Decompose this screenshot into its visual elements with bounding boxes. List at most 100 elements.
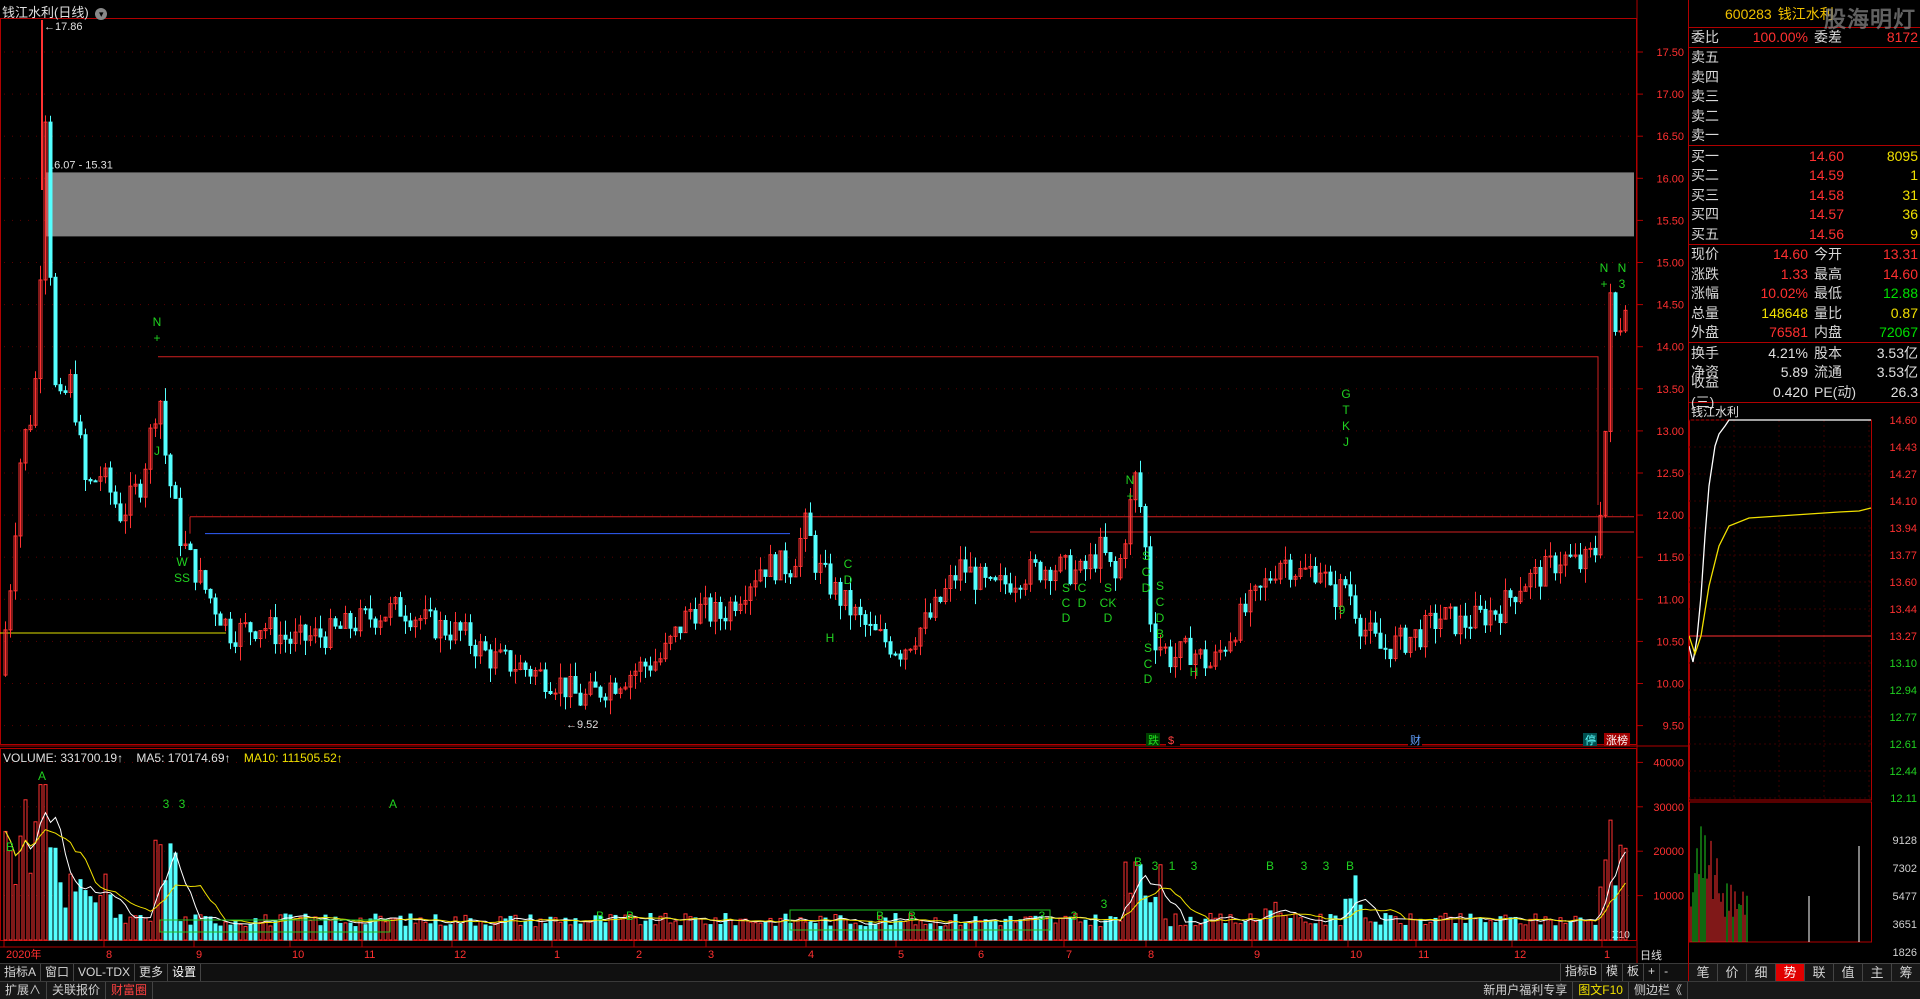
grid-dot bbox=[436, 683, 437, 684]
grid-dot bbox=[1252, 556, 1253, 558]
kline-chart[interactable]: 17.5017.0016.5016.0015.5015.0014.5014.00… bbox=[0, 0, 1688, 963]
grid-dot bbox=[884, 388, 885, 390]
grid-dot bbox=[1540, 93, 1541, 95]
grid-dot bbox=[556, 430, 557, 432]
grid-dot bbox=[260, 598, 261, 600]
grid-dot bbox=[100, 514, 101, 516]
candle-body bbox=[163, 400, 168, 456]
grid-dot bbox=[948, 761, 949, 763]
grid-dot bbox=[1444, 430, 1445, 432]
grid-dot bbox=[692, 135, 693, 137]
grid-dot bbox=[1084, 262, 1085, 263]
grid-dot bbox=[1460, 135, 1461, 137]
grid-dot bbox=[1140, 51, 1141, 53]
grid-dot bbox=[948, 850, 949, 852]
grid-dot bbox=[1372, 514, 1373, 516]
grid-dot bbox=[76, 683, 77, 684]
grid-dot bbox=[316, 135, 317, 137]
grid-dot bbox=[876, 430, 877, 432]
grid-dot bbox=[156, 304, 157, 306]
grid-dot bbox=[1628, 850, 1629, 852]
grid-dot bbox=[988, 51, 989, 53]
candle-body bbox=[593, 681, 598, 688]
grid-dot bbox=[1116, 850, 1117, 852]
grid-dot bbox=[740, 262, 741, 263]
grid-dot bbox=[1108, 850, 1109, 852]
grid-dot bbox=[204, 388, 205, 390]
grid-dot bbox=[340, 556, 341, 558]
grid-dot bbox=[556, 683, 557, 684]
grid-dot bbox=[1540, 556, 1541, 558]
grid-dot bbox=[1092, 135, 1093, 137]
grid-dot bbox=[140, 93, 141, 95]
grid-dot bbox=[1076, 725, 1077, 727]
grid-dot bbox=[452, 388, 453, 390]
grid-dot bbox=[1308, 93, 1309, 95]
grid-dot bbox=[364, 895, 365, 897]
grid-dot bbox=[1220, 51, 1221, 53]
grid-dot bbox=[724, 598, 725, 600]
grid-dot bbox=[188, 135, 189, 137]
grid-dot bbox=[1628, 761, 1629, 763]
grid-dot bbox=[1204, 640, 1205, 642]
grid-dot bbox=[372, 262, 373, 263]
grid-dot bbox=[1372, 93, 1373, 95]
candle-body bbox=[873, 623, 878, 631]
grid-dot bbox=[988, 304, 989, 306]
grid-dot bbox=[604, 556, 605, 558]
grid-dot bbox=[1004, 850, 1005, 852]
grid-dot bbox=[1596, 430, 1597, 432]
candle-body bbox=[1553, 555, 1558, 574]
grid-dot bbox=[36, 135, 37, 137]
grid-dot bbox=[1164, 640, 1165, 642]
grid-dot bbox=[852, 430, 853, 432]
candle-body bbox=[48, 121, 53, 278]
grid-dot bbox=[244, 556, 245, 558]
grid-dot bbox=[1140, 761, 1141, 763]
grid-dot bbox=[20, 177, 21, 179]
grid-dot bbox=[84, 806, 85, 808]
grid-dot bbox=[1164, 472, 1165, 474]
grid-dot bbox=[508, 725, 509, 727]
grid-dot bbox=[916, 430, 917, 432]
grid-dot bbox=[636, 346, 637, 348]
grid-dot bbox=[1052, 761, 1053, 763]
grid-dot bbox=[828, 304, 829, 306]
grid-dot bbox=[1108, 135, 1109, 137]
grid-dot bbox=[412, 430, 413, 432]
grid-dot bbox=[1596, 761, 1597, 763]
grid-dot bbox=[4, 430, 5, 432]
grid-dot bbox=[188, 93, 189, 95]
grid-dot bbox=[1468, 93, 1469, 95]
grid-dot bbox=[804, 262, 805, 263]
candle-body bbox=[888, 641, 893, 655]
grid-dot bbox=[196, 135, 197, 137]
grid-dot bbox=[660, 135, 661, 137]
grid-dot bbox=[1476, 640, 1477, 642]
grid-dot bbox=[844, 304, 845, 306]
grid-dot bbox=[180, 850, 181, 852]
grid-dot bbox=[388, 725, 389, 727]
grid-dot bbox=[268, 725, 269, 727]
grid-dot bbox=[964, 806, 965, 808]
grid-dot bbox=[1204, 806, 1205, 808]
grid-dot bbox=[444, 895, 445, 897]
grid-dot bbox=[1436, 430, 1437, 432]
grid-dot bbox=[748, 93, 749, 95]
grid-dot bbox=[1028, 430, 1029, 432]
grid-dot bbox=[996, 388, 997, 390]
grid-dot bbox=[100, 51, 101, 53]
grid-dot bbox=[636, 683, 637, 684]
grid-dot bbox=[988, 514, 989, 516]
grid-dot bbox=[652, 761, 653, 763]
grid-dot bbox=[1380, 472, 1381, 474]
grid-dot bbox=[1444, 388, 1445, 390]
kline-chart-area[interactable]: 17.50 17.00 16.50 16.00 15.50 15.00 14.50 14.00… bbox=[0, 0, 1688, 999]
grid-dot bbox=[1452, 598, 1453, 600]
grid-dot bbox=[308, 135, 309, 137]
grid-dot bbox=[404, 135, 405, 137]
grid-dot bbox=[452, 556, 453, 558]
grid-dot bbox=[964, 556, 965, 558]
grid-dot bbox=[436, 895, 437, 897]
grid-dot bbox=[92, 93, 93, 95]
